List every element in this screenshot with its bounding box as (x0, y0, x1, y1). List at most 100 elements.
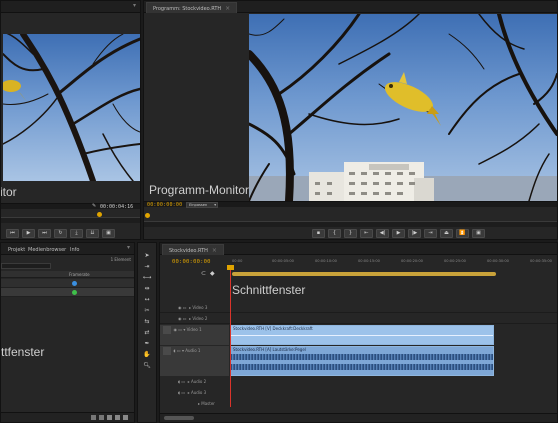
step-back-button[interactable]: ⏮ (6, 229, 19, 238)
source-timecode: 00:00:04:16 (100, 204, 134, 210)
audio-clip-label: Stockvideo.RTH [A] Lautstärke:Pegel (233, 347, 306, 352)
tab-program-monitor[interactable]: Programm: Stockvideo.RTH × (146, 2, 238, 13)
icon-view-icon[interactable] (99, 415, 104, 420)
source-monitor-tabbar: ▾ (1, 1, 140, 13)
playhead-handle[interactable] (227, 265, 234, 270)
timeline-playhead[interactable] (230, 267, 231, 407)
snap-icon[interactable]: ⊂ (201, 270, 206, 277)
zoom-tool-icon[interactable]: 🔍︎ (143, 361, 152, 370)
go-to-out-button[interactable]: ⇥ (424, 229, 437, 238)
opacity-line[interactable] (231, 335, 493, 336)
tab-info[interactable]: Info (63, 244, 86, 255)
tools-panel: ➤ ⇥ ⟷ ⇹ ↔ ✂ ⇆ ⇄ ✒ ✋ 🔍︎ (137, 242, 157, 423)
eye-icon[interactable]: ◉ ▭ (178, 316, 187, 321)
slide-tool-icon[interactable]: ⇄ (143, 328, 152, 337)
program-playhead-marker[interactable] (145, 213, 150, 218)
marker-icon[interactable]: ◆ (210, 270, 215, 277)
export-frame-button[interactable]: ▣ (102, 229, 115, 238)
track-header-video2[interactable]: ◉ ▭ ▸ Video 2 (160, 314, 228, 324)
sequence-icon (72, 281, 77, 286)
fit-dropdown[interactable]: Einpassen ▾ (186, 202, 218, 208)
ruler-tick: 00:00:15:00 (358, 259, 380, 263)
column-header[interactable]: Framerate (1, 271, 134, 278)
timeline-panel: Stockvideo.RTH × 00:00:00:00 00:00 00:00:… (159, 242, 558, 423)
overwrite-button[interactable]: ⇊ (86, 229, 99, 238)
mark-in-bracket-button[interactable]: { (328, 229, 341, 238)
source-transport-controls: ⏮ ▶ ⏭ ↻ ⤓ ⇊ ▣ (6, 229, 115, 239)
panel-menu-icon[interactable]: ▾ (133, 2, 136, 9)
list-view-icon[interactable] (91, 415, 96, 420)
ripple-edit-tool-icon[interactable]: ⟷ (143, 273, 152, 282)
new-bin-icon[interactable] (107, 415, 112, 420)
program-video-frame (249, 14, 557, 201)
source-scrubber-track[interactable] (1, 217, 140, 223)
zoom-slider[interactable] (164, 416, 194, 420)
target-v1-icon[interactable] (163, 326, 171, 334)
trash-icon[interactable] (123, 415, 128, 420)
program-monitor-panel: Programm: Stockvideo.RTH × Programm-Moni… (143, 0, 558, 240)
track-header-audio2[interactable]: ◖ ▭ ▸ Audio 2 (160, 377, 228, 387)
panel-menu-icon[interactable]: ▾ (127, 244, 130, 251)
pen-tool-icon[interactable]: ✒ (143, 339, 152, 348)
timeline-ruler[interactable]: 00:00 00:00:05:00 00:00:10:00 00:00:15:0… (230, 259, 557, 279)
track-header-video3[interactable]: ◉ ▭ ▸ Video 3 (160, 303, 228, 313)
rate-stretch-tool-icon[interactable]: ↔ (143, 295, 152, 304)
audio-clip[interactable]: Stockvideo.RTH [A] Lautstärke:Pegel (230, 346, 494, 376)
eye-icon[interactable]: ◉ ▭ (174, 327, 183, 332)
track-select-tool-icon[interactable]: ⇥ (143, 262, 152, 271)
audio-waveform-left (231, 354, 493, 360)
target-a1-icon[interactable] (163, 347, 171, 355)
source-monitor-label: itor (0, 185, 17, 199)
audio-waveform-right (231, 364, 493, 370)
ruler-tick: 00:00:10:00 (315, 259, 337, 263)
wrench-icon[interactable]: ✎ (92, 203, 96, 209)
close-icon[interactable]: × (212, 247, 217, 254)
export-frame-button[interactable]: ▣ (472, 229, 485, 238)
mark-out-bracket-button[interactable]: } (344, 229, 357, 238)
speaker-icon[interactable]: ◖ ▭ (178, 379, 185, 384)
speaker-icon[interactable]: ◖ ▭ (174, 348, 181, 353)
program-monitor-label: Programm-Monitor (149, 183, 250, 197)
project-panel: Projekt Medienbrowser Info ▾ 1 Element F… (0, 242, 135, 423)
play-button[interactable]: ▶ (22, 229, 35, 238)
new-item-icon[interactable] (115, 415, 120, 420)
video-clip[interactable]: Stockvideo.RTH [V] Deckkraft:Deckkraft (230, 325, 494, 345)
step-forward-button[interactable]: ⏭ (38, 229, 51, 238)
slip-tool-icon[interactable]: ⇆ (143, 317, 152, 326)
go-to-in-button[interactable]: ⇤ (360, 229, 373, 238)
hand-tool-icon[interactable]: ✋ (143, 350, 152, 359)
tab-sequence[interactable]: Stockvideo.RTH × (162, 244, 224, 255)
track-header-audio1[interactable]: ◖ ▭ ▾ Audio 1 (160, 346, 228, 356)
insert-button[interactable]: ⤓ (70, 229, 83, 238)
ruler-tick: 00:00:05:00 (272, 259, 294, 263)
extract-button[interactable]: ⏫ (456, 229, 469, 238)
lift-button[interactable]: ⏏ (440, 229, 453, 238)
timeline-tabbar: Stockvideo.RTH × (160, 243, 557, 255)
close-icon[interactable]: × (225, 5, 230, 12)
work-area-bar[interactable] (232, 272, 496, 276)
ruler-tick: 00:00:25:00 (444, 259, 466, 263)
loop-button[interactable]: ↻ (54, 229, 67, 238)
step-back-button[interactable]: ◀| (376, 229, 389, 238)
step-forward-button[interactable]: |▶ (408, 229, 421, 238)
track-header-audio3[interactable]: ◖ ▭ ▸ Audio 3 (160, 388, 228, 398)
play-button[interactable]: ▶ (392, 229, 405, 238)
list-item[interactable] (1, 279, 134, 288)
items-count: 1 Element (110, 257, 131, 262)
eye-icon[interactable]: ◉ ▭ (178, 305, 187, 310)
speaker-icon[interactable]: ◖ ▭ (178, 390, 185, 395)
program-scrubber-track[interactable] (144, 221, 557, 227)
program-monitor-tabbar: Programm: Stockvideo.RTH × (144, 1, 557, 13)
rolling-edit-tool-icon[interactable]: ⇹ (143, 284, 152, 293)
track-header-video1[interactable]: ◉ ▭ ▾ Video 1 (160, 325, 228, 335)
list-item[interactable] (1, 288, 134, 297)
framerate-column-label: Framerate (69, 272, 90, 277)
source-video-frame (3, 34, 140, 181)
mark-in-button[interactable]: ▪ (312, 229, 325, 238)
project-search-field[interactable] (1, 263, 51, 269)
clip-icon (72, 290, 77, 295)
track-header-master[interactable]: ▸ Master (160, 399, 228, 409)
selection-tool-icon[interactable]: ➤ (143, 251, 152, 260)
razor-tool-icon[interactable]: ✂ (143, 306, 152, 315)
timeline-scrollbar[interactable] (160, 413, 557, 422)
